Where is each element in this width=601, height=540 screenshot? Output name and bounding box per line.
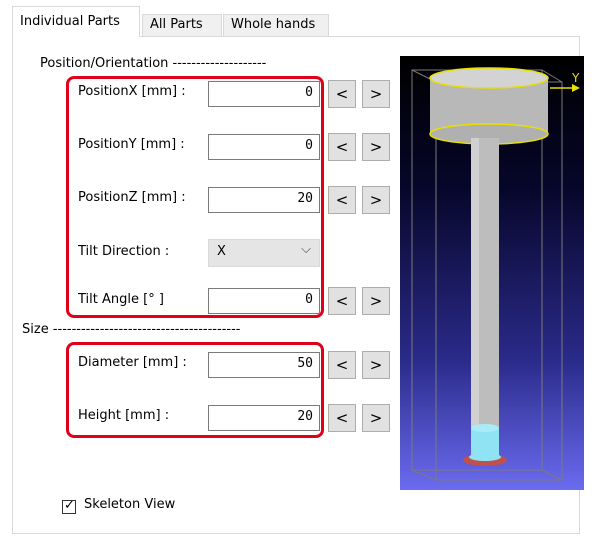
tilt-direction-select[interactable]: X ⌵ [208,239,320,267]
tab-whole-hands[interactable]: Whole hands [223,14,329,36]
height-decrement-button[interactable]: < [328,404,356,432]
position-z-label: PositionZ [mm] : [78,190,186,205]
diameter-decrement-button[interactable]: < [328,351,356,379]
part-preview-render: Y [411,67,580,481]
y-axis-label: Y [571,71,580,85]
tilt-angle-decrement-button[interactable]: < [328,287,356,315]
position-x-increment-button[interactable]: > [362,80,390,108]
position-x-label: PositionX [mm] : [78,84,186,99]
position-z-input[interactable]: 20 [208,187,320,213]
tilt-angle-input[interactable]: 0 [208,288,320,314]
section-size: Size -----------------------------------… [22,322,241,337]
tab-all-parts[interactable]: All Parts [142,14,222,36]
skeleton-view-checkbox[interactable]: ✓ [62,498,76,514]
position-y-input[interactable]: 0 [208,134,320,160]
position-z-increment-button[interactable]: > [362,186,390,214]
3d-viewport[interactable]: Y [400,56,584,490]
tab-individual-parts[interactable]: Individual Parts [12,6,140,37]
height-input[interactable]: 20 [208,405,320,431]
tilt-angle-label: Tilt Angle [° ] [78,292,164,307]
diameter-increment-button[interactable]: > [362,351,390,379]
skeleton-view-label[interactable]: Skeleton View [84,497,175,512]
height-increment-button[interactable]: > [362,404,390,432]
diameter-label: Diameter [mm] : [78,355,187,370]
position-x-decrement-button[interactable]: < [328,80,356,108]
height-label: Height [mm] : [78,408,170,423]
checkmark-icon: ✓ [64,498,75,513]
position-y-decrement-button[interactable]: < [328,133,356,161]
chevron-down-icon: ⌵ [301,242,311,257]
position-x-input[interactable]: 0 [208,81,320,107]
section-position-orientation: Position/Orientation -------------------… [40,56,267,71]
position-y-label: PositionY [mm] : [78,137,185,152]
position-y-increment-button[interactable]: > [362,133,390,161]
position-z-decrement-button[interactable]: < [328,186,356,214]
tilt-direction-value: X [217,244,226,259]
tilt-direction-label: Tilt Direction : [78,244,170,259]
diameter-input[interactable]: 50 [208,352,320,378]
tilt-angle-increment-button[interactable]: > [362,287,390,315]
